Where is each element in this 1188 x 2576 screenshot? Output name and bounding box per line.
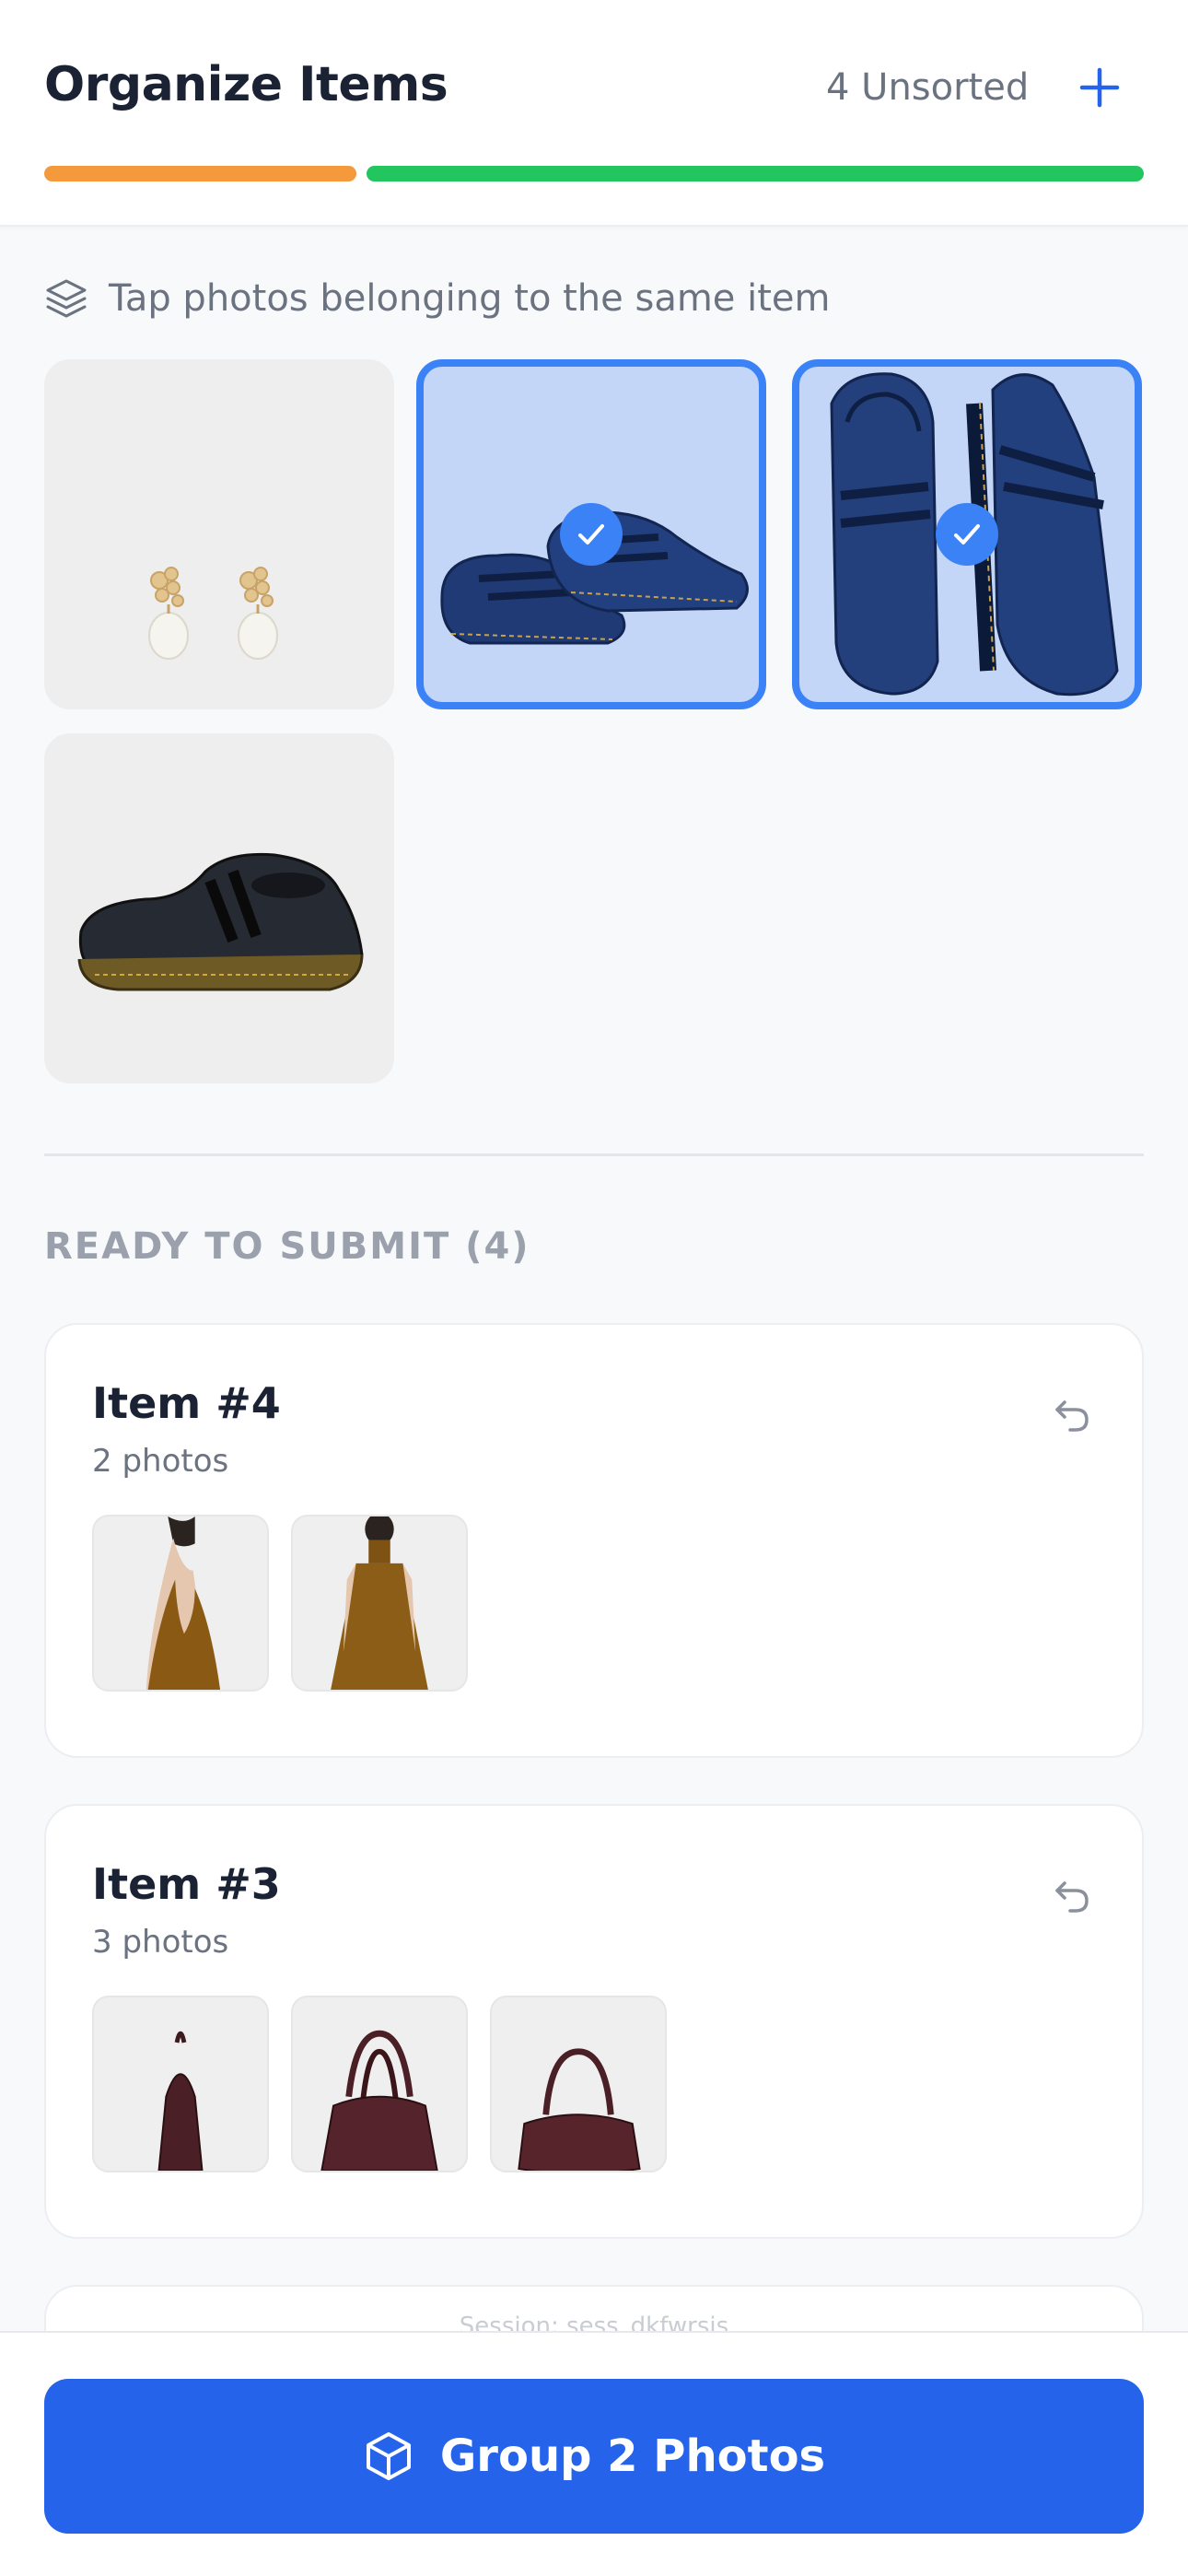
add-photo-button[interactable] (1072, 55, 1127, 120)
section-divider (44, 1153, 1144, 1156)
halter-front-image (331, 1516, 428, 1690)
halter-back-image (146, 1516, 221, 1690)
item-title: Item #4 (92, 1378, 281, 1428)
undo-group-button[interactable] (1046, 1870, 1098, 1922)
undo-icon (1055, 1881, 1089, 1913)
progress-sorted (367, 166, 1144, 181)
hint-text: Tap photos belonging to the same item (109, 277, 831, 320)
photo-navy-shoes-top[interactable] (792, 359, 1142, 709)
selected-check-icon (936, 503, 998, 566)
item-thumbnail[interactable] (92, 1996, 269, 2172)
black-shoe-image (77, 852, 364, 991)
instruction-hint: Tap photos belonging to the same item (44, 273, 831, 324)
item-thumbnails (92, 1996, 667, 2172)
progress-unsorted (44, 166, 356, 181)
item-photo-count: 2 photos (92, 1443, 229, 1480)
footer-bar: Group 2 Photos (0, 2331, 1188, 2576)
undo-group-button[interactable] (1046, 1389, 1098, 1441)
group-photos-button[interactable]: Group 2 Photos (44, 2379, 1144, 2534)
handbag-side-image (157, 2031, 204, 2171)
photo-black-shoe[interactable] (44, 733, 394, 1083)
box-icon (366, 2432, 411, 2480)
header: Organize Items 4 Unsorted (0, 0, 1188, 227)
item-thumbnail[interactable] (490, 1996, 667, 2172)
item-card: Item #3 3 photos (44, 1804, 1144, 2239)
earrings-image (148, 567, 278, 660)
photo-navy-shoes-side[interactable] (416, 359, 766, 709)
item-card: Item #4 2 photos (44, 1323, 1144, 1758)
selected-check-icon (560, 503, 623, 566)
item-title: Item #3 (92, 1859, 281, 1909)
group-button-label: Group 2 Photos (439, 2430, 826, 2482)
item-thumbnail[interactable] (291, 1996, 468, 2172)
undo-icon (1055, 1400, 1089, 1432)
item-thumbnail[interactable] (92, 1515, 269, 1692)
item-thumbnail[interactable] (291, 1515, 468, 1692)
unsorted-count: 4 Unsorted (826, 66, 1030, 109)
item-photo-count: 3 photos (92, 1924, 229, 1961)
ready-section-title: READY TO SUBMIT (4) (44, 1225, 530, 1268)
handbag-front-image (320, 2030, 438, 2171)
page-title: Organize Items (44, 57, 448, 112)
photo-earrings[interactable] (44, 359, 394, 709)
plus-icon (1079, 67, 1120, 108)
layers-icon (46, 279, 87, 318)
handbag-angle-image (518, 2048, 641, 2171)
item-thumbnails (92, 1515, 468, 1692)
